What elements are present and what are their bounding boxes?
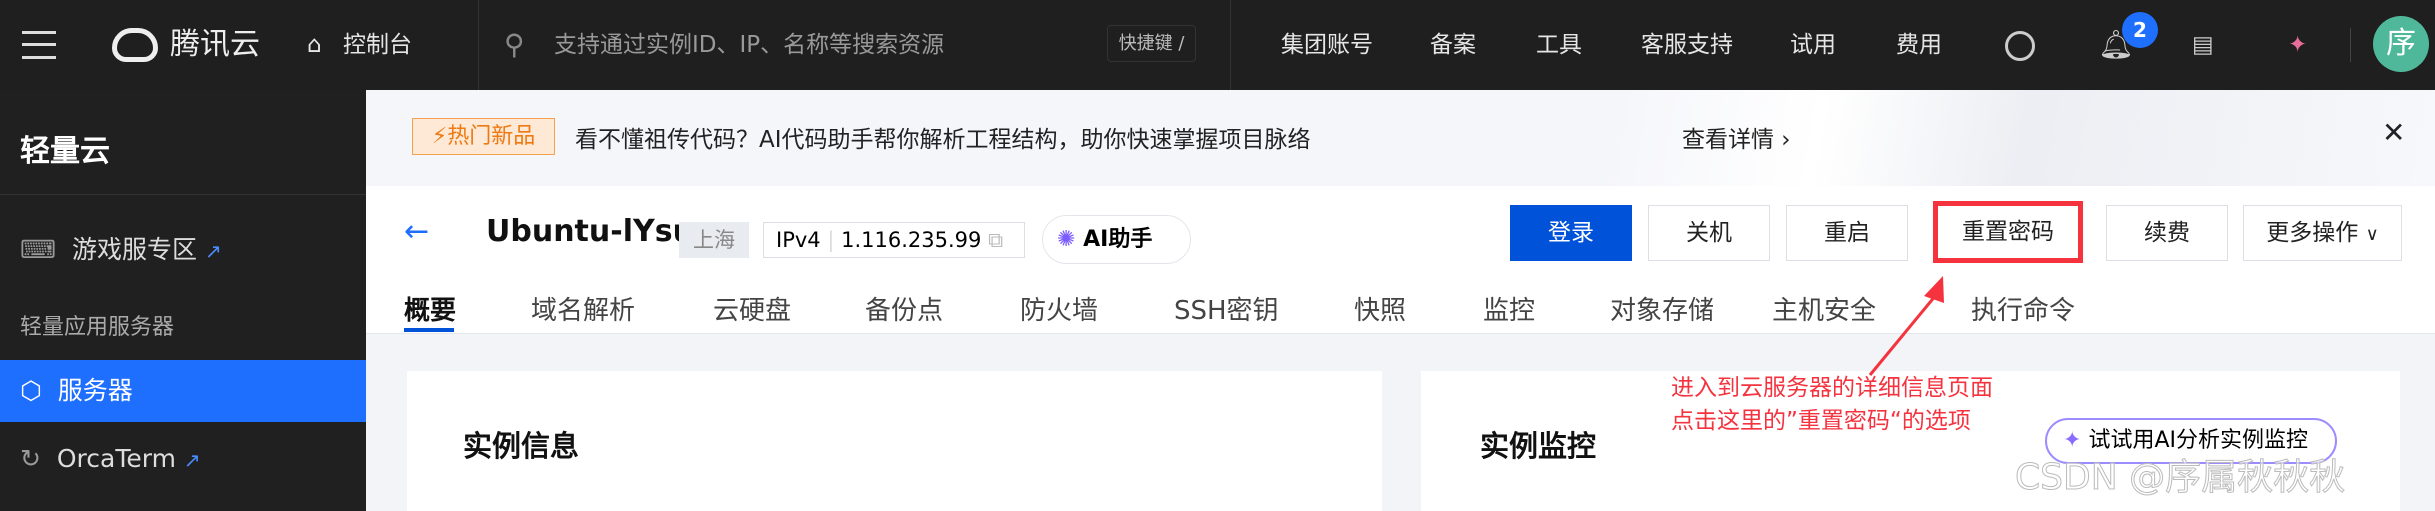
annotation-text: 进入到云服务器的详细信息页面 点击这里的”重置密码“的选项	[1671, 372, 1993, 438]
annotation-line: 进入到云服务器的详细信息页面	[1671, 375, 1993, 401]
watermark: CSDN @序属秋秋秋	[2014, 457, 2346, 499]
annotation-line: 点击这里的”重置密码“的选项	[1671, 408, 1971, 434]
annotation-arrow	[1868, 276, 1944, 376]
